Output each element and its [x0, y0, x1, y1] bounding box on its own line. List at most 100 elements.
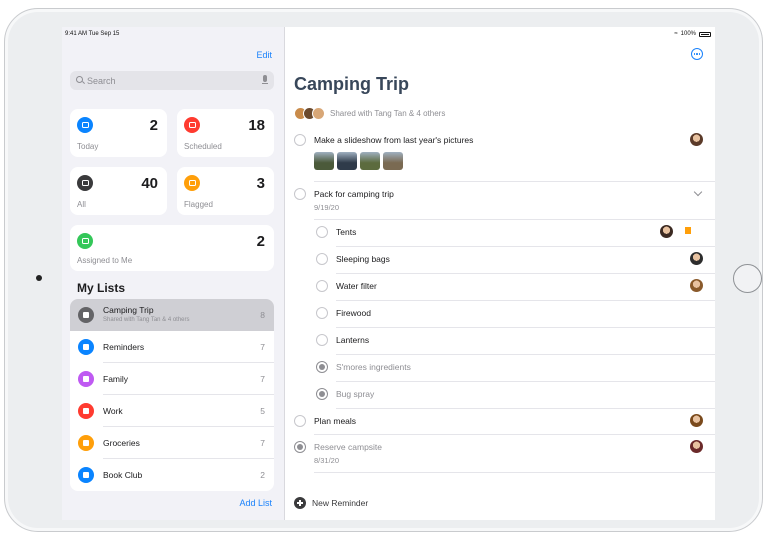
list-item-reminders[interactable]: Reminders 7: [70, 331, 274, 363]
battery-percent: 100%: [680, 31, 696, 37]
list-item-family[interactable]: Family 7: [70, 363, 274, 395]
list-subtitle: Shared with Tang Tan & 4 others: [103, 317, 190, 323]
reminder-title[interactable]: Water filter: [336, 281, 377, 291]
reminder-title[interactable]: Make a slideshow from last year's pictur…: [314, 135, 473, 145]
reminder-title[interactable]: Pack for camping trip: [314, 189, 394, 199]
reminder-title[interactable]: Sleeping bags: [336, 254, 390, 264]
calendar-clock-icon: [184, 117, 200, 133]
photo-thumbnail[interactable]: [337, 152, 357, 170]
smart-list-card-all[interactable]: 40 All: [70, 167, 167, 215]
list-icon: [78, 339, 94, 355]
photo-attachments: [314, 152, 403, 170]
reminder-date: 8/31/20: [314, 456, 340, 465]
list-count: 7: [260, 438, 265, 448]
shared-text: Shared with Tang Tan & 4 others: [330, 108, 446, 118]
smart-list-card-today[interactable]: 2 Today: [70, 109, 167, 157]
list-count: 7: [260, 374, 265, 384]
reminder-row[interactable]: Reserve campsite 8/31/20: [285, 435, 715, 473]
smart-list-count: 2: [256, 233, 265, 250]
reminder-row[interactable]: Pack for camping trip 9/19/20: [285, 182, 715, 220]
photo-thumbnail[interactable]: [314, 152, 334, 170]
list-item-camping-trip[interactable]: Camping Trip Shared with Tang Tan & 4 oth…: [70, 299, 274, 331]
completed-checkbox[interactable]: [316, 388, 328, 400]
reminder-title[interactable]: S'mores ingredients: [336, 362, 411, 372]
smart-list-label: Flagged: [184, 200, 213, 209]
checkbox[interactable]: [294, 188, 306, 200]
reminder-row[interactable]: Lanterns: [285, 328, 715, 355]
list-name: Camping Trip: [103, 305, 154, 315]
reminder-date: 9/19/20: [314, 203, 340, 212]
list-count: 5: [260, 406, 265, 416]
assignee-avatar[interactable]: [690, 414, 703, 427]
list-name: Book Club: [103, 470, 143, 480]
search-placeholder: Search: [87, 76, 116, 86]
chevron-down-icon[interactable]: [693, 187, 703, 197]
checkbox[interactable]: [316, 280, 328, 292]
assignee-avatar[interactable]: [660, 225, 673, 238]
list-name: Work: [103, 406, 123, 416]
smart-list-card-scheduled[interactable]: 18 Scheduled: [177, 109, 274, 157]
smart-list-count: 18: [248, 117, 265, 134]
reminder-row[interactable]: Firewood: [285, 301, 715, 328]
checkbox[interactable]: [316, 226, 328, 238]
new-reminder-button[interactable]: New Reminder: [294, 497, 368, 509]
front-camera: [36, 275, 42, 281]
reminder-title[interactable]: Reserve campsite: [314, 442, 382, 452]
photo-thumbnail[interactable]: [360, 152, 380, 170]
house-icon: [78, 371, 94, 387]
screen: 9:41 AM Tue Sep 15 Edit Search 2 Today 18 S…: [62, 27, 715, 520]
search-icon: [76, 76, 83, 83]
list-item-groceries[interactable]: Groceries 7: [70, 427, 274, 459]
my-lists-heading: My Lists: [77, 281, 126, 295]
completed-checkbox[interactable]: [294, 441, 306, 453]
reminder-row[interactable]: Sleeping bags: [285, 247, 715, 274]
checkbox[interactable]: [294, 415, 306, 427]
microphone-icon[interactable]: [262, 75, 268, 84]
list-item-book-club[interactable]: Book Club 2: [70, 459, 274, 491]
smart-list-card-assigned-to-me[interactable]: 2 Assigned to Me: [70, 225, 274, 271]
reminder-title[interactable]: Plan meals: [314, 416, 356, 426]
reminder-row[interactable]: Plan meals: [285, 409, 715, 435]
flag-icon: [184, 175, 200, 191]
checkbox[interactable]: [316, 253, 328, 265]
battery-icon: [699, 31, 711, 37]
shared-avatars: [294, 106, 325, 120]
list-count: 2: [260, 470, 265, 480]
edit-button[interactable]: Edit: [256, 50, 272, 60]
assignee-avatar[interactable]: [690, 133, 703, 146]
checkbox[interactable]: [316, 307, 328, 319]
reminder-title[interactable]: Tents: [336, 227, 356, 237]
checkbox[interactable]: [316, 334, 328, 346]
smart-list-label: Scheduled: [184, 142, 222, 151]
my-lists-group: Camping Trip Shared with Tang Tan & 4 oth…: [70, 299, 274, 491]
more-options-icon[interactable]: [691, 48, 703, 60]
assignee-avatar[interactable]: [690, 252, 703, 265]
reminder-row[interactable]: Water filter: [285, 274, 715, 301]
smart-list-label: Assigned to Me: [77, 256, 133, 265]
reminder-row[interactable]: Make a slideshow from last year's pictur…: [285, 128, 715, 182]
list-count: 8: [260, 310, 265, 320]
assignee-avatar[interactable]: [690, 440, 703, 453]
wifi-icon: ≈: [674, 31, 678, 37]
add-list-button[interactable]: Add List: [239, 498, 272, 508]
reminder-title[interactable]: Bug spray: [336, 389, 374, 399]
reminder-row[interactable]: Bug spray: [285, 382, 715, 409]
smart-list-label: All: [77, 200, 86, 209]
search-field[interactable]: Search: [70, 71, 274, 90]
reminder-row[interactable]: Tents: [285, 220, 715, 247]
photo-thumbnail[interactable]: [383, 152, 403, 170]
assignee-avatar[interactable]: [690, 279, 703, 292]
list-name: Groceries: [103, 438, 140, 448]
list-detail: ≈ 100% Camping Trip Shared with Tang Tan…: [285, 27, 715, 520]
book-icon: [78, 467, 94, 483]
home-button[interactable]: [733, 264, 762, 293]
checkbox[interactable]: [294, 134, 306, 146]
reminder-title[interactable]: Firewood: [336, 308, 371, 318]
reminder-row[interactable]: S'mores ingredients: [285, 355, 715, 382]
list-title: Camping Trip: [294, 74, 410, 94]
shared-info[interactable]: Shared with Tang Tan & 4 others: [294, 106, 445, 120]
smart-list-card-flagged[interactable]: 3 Flagged: [177, 167, 274, 215]
list-item-work[interactable]: Work 5: [70, 395, 274, 427]
reminder-title[interactable]: Lanterns: [336, 335, 369, 345]
completed-checkbox[interactable]: [316, 361, 328, 373]
